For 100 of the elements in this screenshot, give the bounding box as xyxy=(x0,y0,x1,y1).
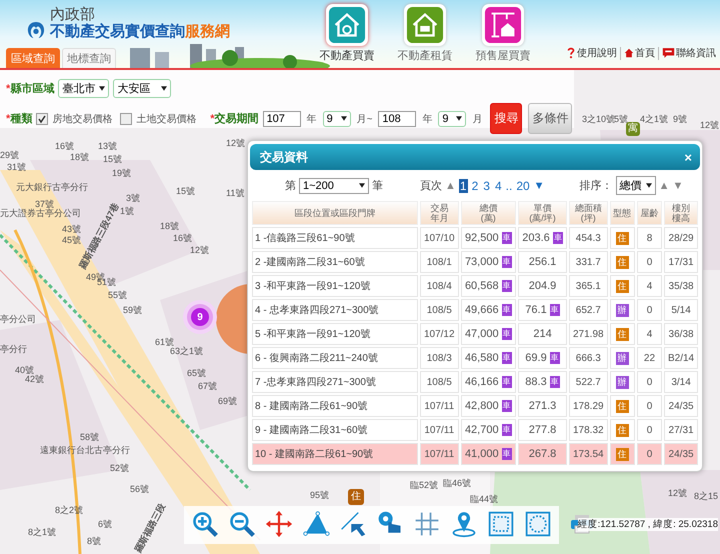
map-label: 臨44號 xyxy=(470,494,498,504)
map-label: 9號 xyxy=(673,114,688,124)
map-label: 67號 xyxy=(198,381,218,391)
location-cell: 5 -和平東路一段91~120號 xyxy=(252,323,418,345)
cluster-marker[interactable]: 9 xyxy=(191,308,209,326)
map-label: 18號 xyxy=(70,152,90,162)
filter-label: *縣市區域 xyxy=(6,82,54,96)
query-tab[interactable]: 地標查詢 xyxy=(62,48,116,68)
category-nav-button[interactable]: 預售屋買賣 xyxy=(472,4,534,63)
date-cell: 108/5 xyxy=(420,299,459,321)
floor-cell: 36/38 xyxy=(664,323,698,345)
transaction-row[interactable]: 3 -和平東路一段91~120號 108/4 60,568 車 204.9 365.1 住 4 35/38 xyxy=(252,275,698,297)
parking-badge: 車 xyxy=(550,304,560,316)
map-label: 31號 xyxy=(7,162,26,172)
page-link[interactable]: 4 xyxy=(494,178,503,192)
map-marker[interactable]: 寓 xyxy=(626,122,640,136)
advanced-button[interactable]: 多條件 xyxy=(528,103,572,134)
column-title: 型態 xyxy=(612,208,632,218)
map-label: 3號 xyxy=(126,193,140,203)
age-cell: 4 xyxy=(636,275,662,297)
next-page-button[interactable]: ▼ xyxy=(534,180,545,192)
month-select[interactable]: 9 xyxy=(438,110,466,126)
sort-ascending-button[interactable]: ▲ xyxy=(658,180,670,192)
map-marker[interactable]: 住 xyxy=(348,489,364,505)
sort-label: 排序： xyxy=(580,178,613,193)
page-link[interactable]: 1 xyxy=(458,178,468,192)
area-cell: 178.29 xyxy=(569,395,608,417)
unit-label: 年 xyxy=(306,112,317,126)
total-price-cell: 60,568 車 xyxy=(460,275,516,297)
previous-page-button[interactable]: ▲ xyxy=(445,180,456,192)
parking-badge: 車 xyxy=(502,328,512,340)
road-name: 羅斯福路三段 xyxy=(132,502,168,554)
floor-cell: 24/35 xyxy=(664,443,698,465)
type-badge: 辦 xyxy=(616,304,629,316)
sort-select[interactable]: 總價 xyxy=(616,176,656,195)
page-link[interactable]: 3 xyxy=(482,178,491,192)
column-title: 交易 xyxy=(429,203,450,213)
parking-badge: 車 xyxy=(502,232,512,244)
year-input[interactable]: 108 xyxy=(378,110,416,126)
header-link[interactable]: 使用說明 xyxy=(566,46,617,60)
location-cell: 3 -和平東路一段91~120號 xyxy=(252,275,418,297)
unit-price-cell: 271.3 xyxy=(518,395,568,417)
transaction-row[interactable]: 8 - 建國南路二段61~90號 107/11 42,800 車 271.3 178.29 住 0 24/35 xyxy=(252,395,698,417)
location-cell: 2 -建國南路二段31~60號 xyxy=(252,251,418,273)
range-select[interactable]: 1~200 xyxy=(299,178,369,194)
map-label: 15號 xyxy=(103,154,122,164)
search-button[interactable]: 搜尋 xyxy=(490,103,522,134)
year-input[interactable]: 107 xyxy=(262,110,301,126)
range-label: 筆 xyxy=(372,179,383,193)
map-label: 69號 xyxy=(218,396,238,406)
age-cell: 0 xyxy=(636,251,662,273)
area-cell: 666.3 xyxy=(569,347,608,369)
transaction-row[interactable]: 1 -信義路三段61~90號 107/10 92,500 車 203.6 車 454.3 住 8 28/29 xyxy=(252,227,698,249)
map-label: 6號 xyxy=(98,519,112,529)
area-cell: 652.7 xyxy=(569,299,608,321)
column-title: 屋齡 xyxy=(640,208,660,218)
city-select[interactable]: 臺北市 xyxy=(58,79,110,98)
age-cell: 22 xyxy=(636,347,662,369)
map-label: 16號 xyxy=(173,233,192,243)
total-price-cell: 46,580 車 xyxy=(460,347,516,369)
category-nav-button[interactable]: 不動產買賣 xyxy=(316,4,378,63)
map-label: 42號 xyxy=(25,374,44,384)
filter-label: *交易期間 xyxy=(210,112,259,126)
transaction-row[interactable]: 2 -建國南路二段31~60號 108/1 73,000 車 256.1 331.7 住 0 17/31 xyxy=(252,251,698,273)
age-cell: 4 xyxy=(636,323,662,345)
transaction-row[interactable]: 10 - 建國南路二段61~90號 107/11 41,000 車 267.8 173.54 住 0 24/35 xyxy=(252,443,698,465)
transaction-row[interactable]: 9 - 建國南路二段31~60號 107/11 42,700 車 277.8 178.32 住 0 27/31 xyxy=(252,419,698,441)
unit-price-cell: 203.6 車 xyxy=(518,227,568,249)
map-label: 臨46號 xyxy=(443,478,472,488)
date-cell: 107/11 xyxy=(420,395,459,417)
map-label: 56號 xyxy=(130,484,150,494)
column-title: 區段位置或區段門牌 xyxy=(294,208,376,218)
map-label: 12號 xyxy=(668,488,688,498)
floor-cell: 35/38 xyxy=(664,275,698,297)
page-link[interactable]: 2 xyxy=(470,178,480,192)
location-cell: 4 - 忠孝東路四段271~300號 xyxy=(252,299,418,321)
transaction-row[interactable]: 4 - 忠孝東路四段271~300號 108/5 49,666 車 76.1 車 652.7 辦 0 5/14 xyxy=(252,299,698,321)
transaction-row[interactable]: 5 -和平東路一段91~120號 107/12 47,000 車 214 271.98 住 4 36/38 xyxy=(252,323,698,345)
transaction-row[interactable]: 6 - 復興南路二段211~240號 108/3 46,580 車 69.9 車 666.3 辦 22 B2/14 xyxy=(252,347,698,369)
map-label: 1號 xyxy=(120,206,134,216)
page-link[interactable]: 20 xyxy=(515,178,531,192)
header-link[interactable]: 首頁 xyxy=(624,46,655,60)
header-link[interactable]: 聯絡資訊 xyxy=(662,46,716,60)
map-label: 亭分公司 xyxy=(0,314,36,324)
area-cell: 173.54 xyxy=(569,443,608,465)
sort-descending-button[interactable]: ▼ xyxy=(672,180,684,192)
floor-cell: 5/14 xyxy=(664,299,698,321)
date-cell: 107/12 xyxy=(420,323,459,345)
location-cell: 6 - 復興南路二段211~240號 xyxy=(252,347,418,369)
transaction-row[interactable]: 7 -忠孝東路四段271~300號 108/5 46,166 車 88.3 車 522.7 辦 0 3/14 xyxy=(252,371,698,393)
area-cell: 454.3 xyxy=(569,227,608,249)
close-button[interactable]: × xyxy=(684,150,692,164)
district-select[interactable]: 大安區 xyxy=(113,79,172,98)
column-title: (坪) xyxy=(580,213,597,223)
checkbox-label: 土地交易價格 xyxy=(136,112,196,126)
month-select[interactable]: 9 xyxy=(322,110,351,126)
category-nav-button[interactable]: 不動產租賃 xyxy=(394,4,456,63)
unit-label: 年 xyxy=(422,112,432,126)
checkbox-label: 房地交易價格 xyxy=(52,112,112,126)
map-label: 臨52號 xyxy=(410,480,438,490)
